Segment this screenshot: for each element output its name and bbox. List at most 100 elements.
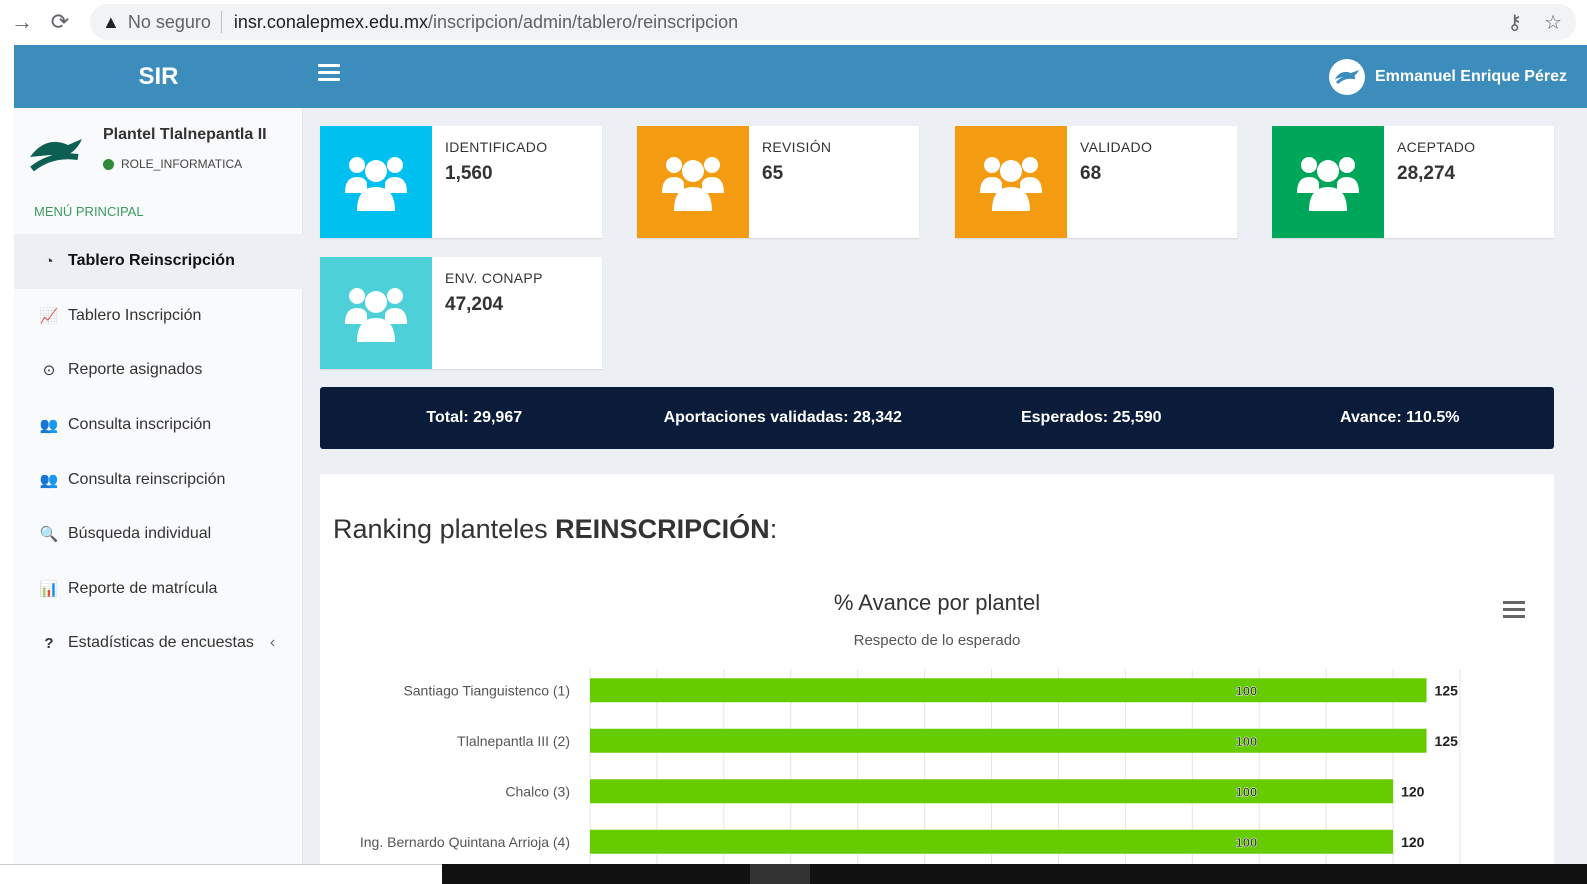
- role-label: ROLE_INFORMATICA: [121, 157, 243, 171]
- value-label: 125: [1435, 682, 1459, 698]
- chart-title: % Avance por plantel: [833, 590, 1041, 615]
- info-box-number: 47,204: [445, 294, 504, 315]
- main-menu: ◔ Tablero Reinscripción 📈 Tablero Inscripc…: [14, 234, 303, 671]
- user-role: ROLE_INFORMATICA: [103, 157, 242, 171]
- menu-item-consulta-inscripcion[interactable]: 👥 Consulta inscripción: [14, 398, 303, 453]
- info-box-label: ENV. CONAPP: [445, 270, 543, 286]
- online-status-icon: [103, 158, 114, 170]
- bar-chart: Santiago Tianguistenco (1) 100 125 Tlalnepa…: [360, 669, 1461, 864]
- taskbar-item[interactable]: [750, 864, 810, 884]
- user-panel: Plantel Tlalnepantla II ROLE_INFORMATICA: [14, 108, 303, 198]
- info-box-identificado[interactable]: IDENTIFICADO 1,560: [320, 126, 602, 238]
- chart-menu-icon[interactable]: [1503, 601, 1525, 619]
- menu-item-label: Consulta reinscripción: [68, 470, 226, 488]
- security-label: No seguro: [127, 11, 211, 32]
- dashboard-icon: ◔: [44, 252, 54, 270]
- ranking-title: Ranking planteles REINSCRIPCIÓN:: [333, 514, 777, 545]
- info-box-label: ACEPTADO: [1397, 139, 1476, 155]
- users-icon: 👥: [39, 417, 59, 435]
- user-menu[interactable]: Emmanuel Enrique Pérez: [1328, 59, 1567, 95]
- users-glyph: [662, 157, 724, 211]
- reference-label: 100: [1236, 835, 1258, 850]
- summary-avance: Avance: 110.5%: [1340, 409, 1460, 426]
- bar[interactable]: [590, 728, 1427, 753]
- bar[interactable]: [590, 829, 1394, 854]
- users-glyph: [345, 157, 407, 211]
- brand-logo[interactable]: SIR: [14, 45, 303, 108]
- line-chart-icon: 📈: [39, 307, 59, 325]
- ranking-panel: Ranking planteles REINSCRIPCIÓN: % Avanc…: [320, 474, 1554, 864]
- plantel-name: Plantel Tlalnepantla II: [103, 126, 267, 143]
- users-icon: [637, 126, 749, 238]
- user-name: Emmanuel Enrique Pérez: [1374, 68, 1567, 85]
- sidebar: Plantel Tlalnepantla II ROLE_INFORMATICA…: [14, 108, 303, 864]
- users-glyph: [980, 157, 1042, 211]
- category-label: Chalco (3): [505, 783, 570, 799]
- info-box-revision[interactable]: REVISIÓN 65: [637, 126, 919, 238]
- users-glyph: [345, 288, 407, 342]
- menu-item-reporte-asignados[interactable]: ⊙ Reporte asignados: [14, 343, 303, 398]
- value-label: 120: [1401, 834, 1425, 850]
- info-box-env-conapp[interactable]: ENV. CONAPP 47,204: [320, 257, 602, 369]
- reference-label: 100: [1236, 683, 1258, 698]
- info-box-aceptado[interactable]: ACEPTADO 28,274: [1272, 126, 1554, 238]
- url-host: insr.conalepmex.edu.mx: [233, 11, 428, 32]
- menu-item-estadisticas-encuestas[interactable]: ? Estadísticas de encuestas ‹: [14, 616, 303, 671]
- ranking-title-suffix: :: [769, 514, 778, 544]
- star-icon[interactable]: ☆: [1544, 10, 1562, 35]
- search-icon: 🔍: [39, 526, 59, 544]
- value-label: 125: [1435, 733, 1459, 749]
- info-box-label: IDENTIFICADO: [445, 139, 548, 155]
- category-label: Ing. Bernardo Quintana Arrioja (4): [360, 834, 570, 850]
- menu-toggle-icon[interactable]: [318, 64, 340, 86]
- menu-item-tablero-inscripcion[interactable]: 📈 Tablero Inscripción: [14, 289, 303, 344]
- main-content: IDENTIFICADO 1,560 REVISIÓN 65 VALIDADO …: [303, 108, 1587, 864]
- users-icon: 👥: [39, 471, 59, 489]
- app-header: SIR Emmanuel Enrique Pérez: [14, 45, 1587, 108]
- users-glyph: [1297, 157, 1359, 211]
- info-box-number: 1,560: [445, 163, 493, 184]
- summary-aportaciones: Aportaciones validadas: 28,342: [663, 409, 902, 426]
- chart-subtitle: Respecto de lo esperado: [853, 632, 1021, 649]
- chevron-left-icon: ‹: [269, 634, 276, 652]
- ranking-title-bold: REINSCRIPCIÓN: [555, 514, 770, 544]
- users-icon: [955, 126, 1067, 238]
- warning-icon: ▲: [102, 11, 120, 32]
- category-label: Santiago Tianguistenco (1): [403, 682, 570, 698]
- info-box-label: REVISIÓN: [762, 139, 832, 155]
- info-box-number: 68: [1080, 163, 1102, 184]
- bar[interactable]: [590, 678, 1427, 703]
- summary-esperados: Esperados: 25,590: [1020, 409, 1162, 426]
- reload-icon[interactable]: ⟳: [44, 6, 76, 38]
- bar[interactable]: [590, 779, 1394, 804]
- divider: [220, 11, 222, 33]
- menu-item-busqueda-individual[interactable]: 🔍 Búsqueda individual: [14, 507, 303, 562]
- info-box-validado[interactable]: VALIDADO 68: [955, 126, 1237, 238]
- url-path: /inscripcion/admin/tablero/reinscripcion: [428, 11, 739, 32]
- category-label: Tlalnepantla III (2): [457, 733, 570, 749]
- reference-label: 100: [1236, 784, 1258, 799]
- reference-label: 100: [1236, 734, 1258, 749]
- menu-item-label: Reporte asignados: [68, 361, 203, 379]
- menu-item-reporte-matricula[interactable]: 📊 Reporte de matrícula: [14, 562, 303, 617]
- status-area: [0, 864, 442, 884]
- summary-total: Total: 29,967: [426, 409, 523, 426]
- question-icon: ?: [44, 634, 54, 652]
- browser-toolbar: → ⟳ ▲ No seguro insr.conalepmex.edu.mx/i…: [0, 0, 1587, 44]
- menu-item-label: Estadísticas de encuestas: [68, 634, 254, 652]
- info-box-number: 65: [762, 163, 784, 184]
- menu-item-label: Tablero Inscripción: [68, 306, 202, 324]
- address-bar[interactable]: ▲ No seguro insr.conalepmex.edu.mx/inscr…: [90, 4, 1576, 40]
- menu-item-tablero-reinscripcion[interactable]: ◔ Tablero Reinscripción: [14, 234, 303, 289]
- info-box-label: VALIDADO: [1080, 139, 1153, 155]
- key-icon[interactable]: ⚷: [1507, 10, 1522, 35]
- info-box-number: 28,274: [1397, 163, 1456, 184]
- users-icon: [320, 126, 432, 238]
- menu-item-consulta-reinscripcion[interactable]: 👥 Consulta reinscripción: [14, 452, 303, 507]
- forward-icon[interactable]: →: [6, 6, 38, 38]
- bar-chart-icon: 📊: [39, 580, 59, 598]
- summary-bar: Total: 29,967 Aportaciones validadas: 28…: [320, 387, 1554, 449]
- circle-check-icon: ⊙: [42, 362, 56, 380]
- value-label: 120: [1401, 783, 1425, 799]
- menu-item-label: Consulta inscripción: [68, 416, 212, 434]
